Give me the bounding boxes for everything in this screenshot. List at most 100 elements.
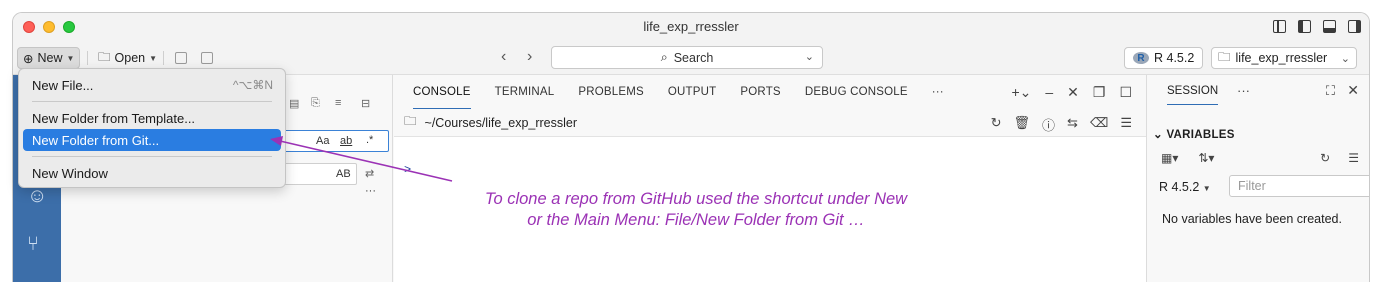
r-version-selector[interactable]: R R 4.5.2 [1124, 47, 1204, 69]
chevron-down-icon: ▼ [149, 53, 158, 63]
sort-icon[interactable]: ⇅▾ [1198, 151, 1214, 165]
new-button-label: New [37, 51, 63, 65]
chevron-down-icon: ▼ [66, 53, 75, 63]
preserve-case-icon[interactable]: AB [336, 168, 351, 180]
layout-controls [1273, 20, 1361, 33]
menu-separator [32, 101, 272, 102]
window-title: life_exp_rressler [643, 19, 739, 34]
variables-filter-input[interactable]: Filter [1229, 175, 1369, 197]
save-all-icon[interactable] [201, 52, 213, 64]
variables-header[interactable]: ⌄ VARIABLES [1153, 127, 1235, 141]
toolbar-divider [87, 51, 88, 65]
console-panel: CONSOLE TERMINAL PROBLEMS OUTPUT PORTS D… [394, 75, 1146, 282]
r-logo-icon: R [1133, 52, 1149, 64]
tab-problems[interactable]: PROBLEMS [578, 75, 644, 109]
session-pane: SESSION ··· ⛶ ✕ ⌄ VARIABLES ▦▾ ⇅▾ ↻ ☰ R … [1146, 75, 1369, 282]
search-label: Search [673, 50, 714, 65]
more-actions-icon[interactable]: ··· [365, 185, 376, 197]
menu-item-label: New Window [32, 165, 108, 181]
panel-actions: +⌄ – ✕ ❐ ☐ [1011, 84, 1132, 101]
list-icon[interactable]: ≡ [335, 97, 341, 109]
open-button[interactable]: 🗀 Open ▼ [93, 47, 162, 69]
clear-all-icon[interactable]: ☰ [1120, 115, 1132, 134]
search-field[interactable]: Aa ab .* [273, 130, 389, 152]
restore-icon[interactable]: ❐ [1093, 84, 1106, 101]
chevron-down-icon: ⌄ [1340, 52, 1350, 65]
chevron-down-icon: ⌄ [1153, 129, 1167, 141]
source-control-icon[interactable]: ⑂ [27, 233, 39, 256]
menu-item-new-file[interactable]: New File... ^⌥⌘N [23, 74, 281, 96]
minimize-icon[interactable]: – [1045, 84, 1053, 101]
new-file-icon[interactable]: ⎘ [311, 97, 320, 110]
info-icon[interactable]: ⓘ [1042, 115, 1055, 134]
tab-debug-console[interactable]: DEBUG CONSOLE [805, 75, 908, 109]
match-word-icon[interactable]: ab [340, 135, 352, 147]
menu-item-new-window[interactable]: New Window [23, 162, 281, 184]
word-wrap-icon[interactable]: ⇆ [1067, 115, 1078, 134]
toolbar-divider [163, 51, 164, 65]
trash-icon[interactable]: 🗑 [1014, 115, 1031, 134]
refresh-icon[interactable]: ↻ [1320, 151, 1330, 165]
title-bar: life_exp_rressler [13, 13, 1369, 41]
more-tabs-icon[interactable]: ··· [932, 75, 944, 109]
annotation-line-1: To clone a repo from GitHub used the sho… [484, 190, 908, 208]
tab-terminal[interactable]: TERMINAL [495, 75, 555, 109]
more-actions-icon[interactable]: ··· [1237, 83, 1250, 98]
replace-all-icon[interactable]: ⇄ [365, 167, 374, 180]
menu-separator [32, 156, 272, 157]
new-console-icon[interactable]: +⌄ [1011, 84, 1031, 101]
menu-item-new-folder-from-template[interactable]: New Folder from Template... [23, 107, 281, 129]
console-prompt[interactable]: > [404, 163, 411, 177]
menu-item-new-folder-from-git[interactable]: New Folder from Git... [23, 129, 281, 151]
maximize-icon[interactable]: ☐ [1119, 84, 1132, 101]
menu-item-label: New File... [32, 77, 94, 93]
collapse-all-icon[interactable]: ⊟ [361, 97, 370, 110]
save-icon[interactable] [175, 52, 187, 64]
chevron-down-icon[interactable]: ⌄ [805, 50, 814, 63]
search-icon: ⌕ [660, 50, 668, 64]
folder-icon: 🗀 [404, 114, 417, 128]
grid-view-icon[interactable]: ▦▾ [1161, 151, 1178, 165]
menu-item-label: New Folder from Git... [32, 132, 160, 148]
r-session-selector[interactable]: R 4.5.2 ▼ [1159, 180, 1211, 194]
empty-variables-message: No variables have been created. [1162, 212, 1342, 226]
maximize-icon[interactable]: ⛶ [1326, 83, 1335, 99]
folder-icon: 🗀 [98, 49, 111, 64]
annotation-line-2: or the Main Menu: File/New Folder from G… [527, 211, 865, 229]
variables-actions: ↻ ☰ [1320, 151, 1359, 165]
r-version-label: R 4.5.2 [1154, 51, 1195, 65]
clear-variables-icon[interactable]: ☰ [1348, 151, 1359, 165]
r-session-label: R 4.5.2 [1159, 180, 1200, 194]
variables-toolbar: ▦▾ ⇅▾ [1161, 151, 1214, 165]
close-icon[interactable]: ✕ [1347, 82, 1359, 99]
close-icon[interactable]: ✕ [1067, 84, 1079, 101]
restart-icon[interactable]: ↻ [991, 115, 1002, 134]
tab-ports[interactable]: PORTS [740, 75, 780, 109]
regex-icon[interactable]: .* [366, 134, 373, 146]
folder-icon: 🗀 [1218, 49, 1231, 64]
plus-circle-icon: ⊕ [23, 51, 34, 66]
collapse-icon[interactable]: ▤ [289, 97, 299, 110]
new-menu: New File... ^⌥⌘N New Folder from Templat… [18, 68, 286, 188]
open-button-label: Open [114, 51, 146, 65]
toggle-secondary-sidebar-icon[interactable] [1348, 20, 1361, 33]
working-directory-path: ~/Courses/life_exp_rressler [424, 115, 578, 130]
menu-item-label: New Folder from Template... [32, 110, 196, 126]
toggle-panel-icon[interactable] [1323, 20, 1336, 33]
back-arrow-icon[interactable]: ‹ [501, 48, 506, 66]
menu-item-shortcut: ^⌥⌘N [232, 78, 273, 92]
tab-console[interactable]: CONSOLE [413, 75, 471, 109]
search-box[interactable]: ⌕ Search ⌄ [551, 46, 823, 69]
match-case-icon[interactable]: Aa [316, 135, 329, 147]
forward-arrow-icon[interactable]: › [527, 48, 532, 66]
assistant-robot-icon[interactable]: ☺ [27, 185, 47, 208]
console-actions: ↻ 🗑 ⓘ ⇆ ⌫ ☰ [991, 115, 1132, 134]
clear-console-icon[interactable]: ⌫ [1090, 115, 1108, 134]
tab-output[interactable]: OUTPUT [668, 75, 716, 109]
layout-split-icon[interactable] [1273, 20, 1286, 33]
project-label: life_exp_rressler [1235, 51, 1328, 65]
project-selector[interactable]: 🗀 life_exp_rressler ⌄ [1211, 47, 1357, 69]
new-button[interactable]: ⊕ New ▼ [17, 47, 81, 69]
toggle-primary-sidebar-icon[interactable] [1298, 20, 1311, 33]
tab-session[interactable]: SESSION [1167, 85, 1219, 105]
